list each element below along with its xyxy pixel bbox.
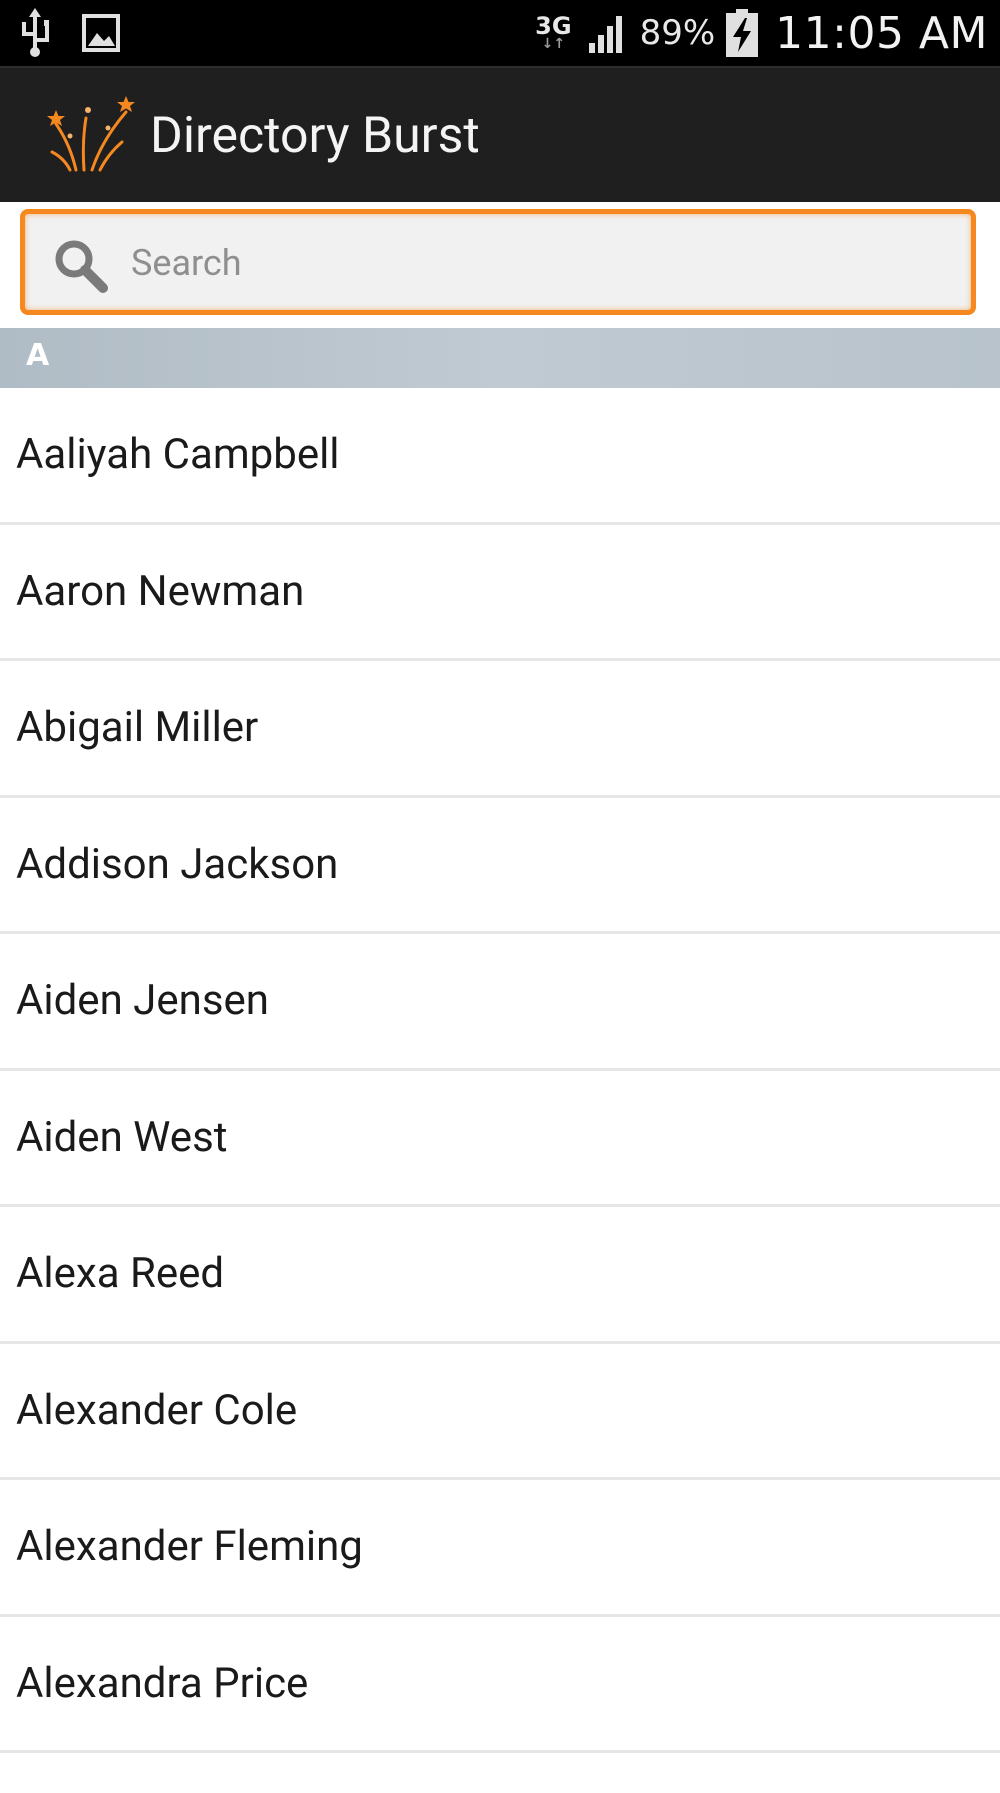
network-type-indicator: 3G ↓↑ [535, 12, 572, 52]
contact-list-item[interactable]: Alexa Reed [0, 1207, 1000, 1344]
signal-bars-icon [588, 16, 622, 53]
app-action-bar: Directory Burst [0, 66, 1000, 202]
network-type-label: 3G [535, 12, 572, 40]
contact-list-item[interactable]: Addison Jackson [0, 798, 1000, 934]
search-icon [55, 240, 108, 293]
battery-percent: 89% [639, 13, 716, 53]
search-box[interactable] [20, 209, 976, 315]
notification-icons [18, 6, 120, 60]
search-input[interactable] [129, 232, 953, 294]
battery-charging-icon [726, 9, 759, 57]
status-bar: 3G ↓↑ 89% 11:05 AM [0, 0, 1000, 66]
contact-list-item[interactable]: Alexandra Price [0, 1617, 1000, 1753]
contact-list: Aaliyah Campbell Aaron Newman Abigail Mi… [0, 388, 1000, 1753]
section-header: A [0, 328, 1000, 388]
contact-list-item[interactable]: Aaliyah Campbell [0, 388, 1000, 525]
search-bar-container [0, 202, 1000, 328]
usb-icon [22, 8, 49, 57]
contact-list-item[interactable]: Aaron Newman [0, 525, 1000, 661]
contact-list-item[interactable]: Aiden West [0, 1071, 1000, 1207]
status-clock: 11:05 AM [775, 7, 988, 59]
app-title: Directory Burst [150, 107, 480, 165]
contact-list-item[interactable]: Abigail Miller [0, 661, 1000, 798]
section-header-letter: A [26, 338, 50, 373]
contact-list-item[interactable]: Alexander Cole [0, 1344, 1000, 1480]
fireworks-logo-icon[interactable] [46, 96, 138, 172]
image-notification-icon [82, 14, 120, 52]
contact-list-item[interactable]: Aiden Jensen [0, 934, 1000, 1071]
status-indicators: 3G ↓↑ 89% 11:05 AM [535, 0, 988, 66]
contact-list-item[interactable]: Alexander Fleming [0, 1480, 1000, 1617]
network-activity-arrows: ↓↑ [541, 36, 566, 52]
